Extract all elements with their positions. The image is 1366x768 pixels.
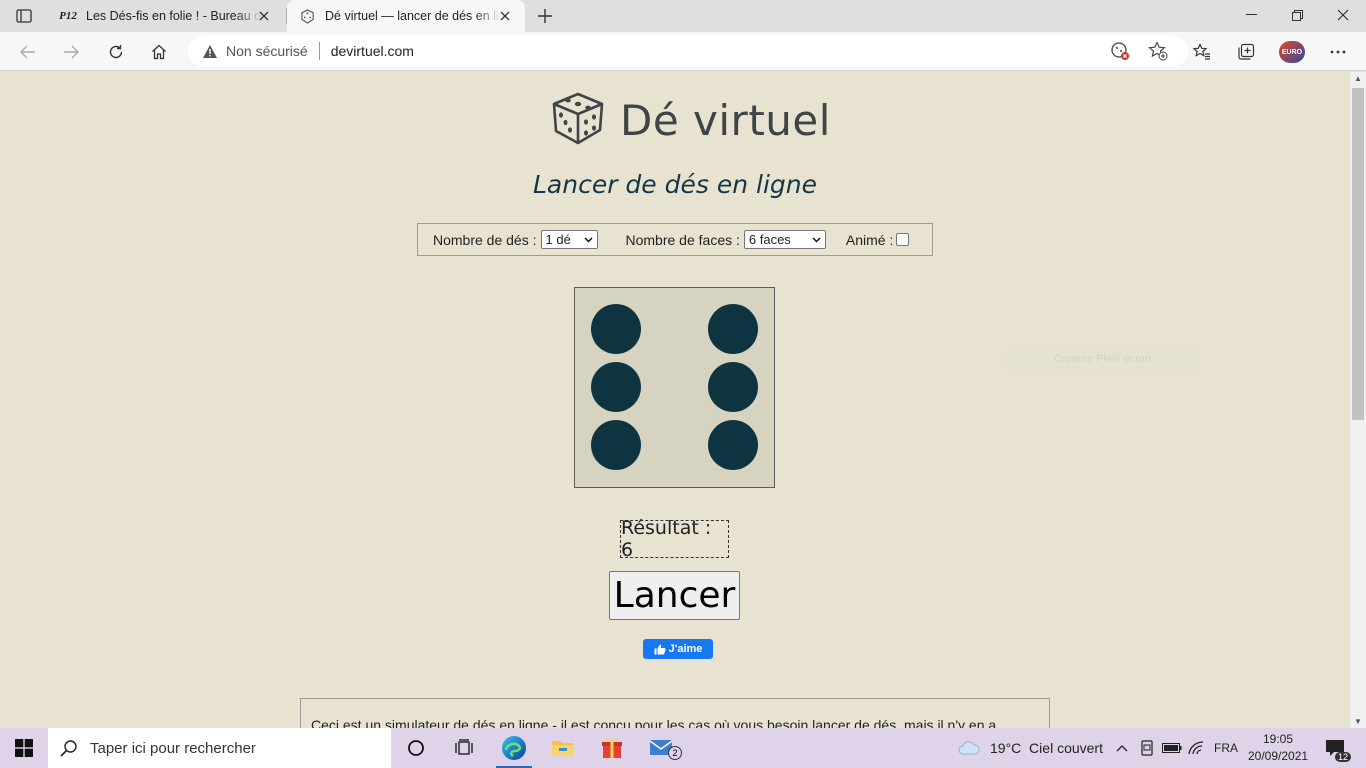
cloud-icon bbox=[958, 741, 980, 755]
chevron-down-icon bbox=[583, 236, 593, 243]
profile-avatar[interactable]: EURO bbox=[1278, 38, 1306, 66]
collections-icon[interactable] bbox=[1232, 38, 1260, 66]
die-pip bbox=[708, 362, 758, 412]
notifications-badge: 12 bbox=[1334, 752, 1351, 762]
minimize-icon[interactable] bbox=[1228, 0, 1274, 30]
site-header: Dé virtuel bbox=[550, 90, 831, 151]
address-divider bbox=[318, 42, 320, 60]
edge-browser-icon[interactable] bbox=[490, 728, 538, 768]
die-pip bbox=[708, 420, 758, 470]
favicon-p12: P12 bbox=[59, 10, 77, 22]
result-display: Résultat : 6 bbox=[620, 517, 729, 561]
page-scrollbar[interactable]: ▲ ▼ bbox=[1350, 72, 1366, 728]
tab-title: Dé virtuel — lancer de dés en lig bbox=[325, 9, 501, 23]
animated-label: Animé : bbox=[845, 231, 894, 248]
clock-time: 19:05 bbox=[1262, 732, 1294, 746]
wifi-icon[interactable] bbox=[1188, 728, 1204, 768]
dice-count-label: Nombre de dés : bbox=[433, 231, 537, 248]
more-options-icon[interactable] bbox=[1324, 38, 1352, 66]
scroll-down-icon[interactable]: ▼ bbox=[1354, 717, 1362, 726]
system-clock[interactable]: 19:05 20/09/2021 bbox=[1248, 731, 1308, 765]
device-icon[interactable] bbox=[1140, 728, 1154, 768]
dice-favicon-icon bbox=[299, 8, 315, 24]
search-icon bbox=[60, 739, 78, 757]
tab-des-fis[interactable]: P12 Les Dés-fis en folie ! - Bureau de bbox=[48, 0, 284, 32]
address-bar[interactable]: Non sécurisé devirtuel.com bbox=[188, 35, 1188, 67]
roll-button[interactable]: Lancer bbox=[609, 571, 740, 620]
new-tab-plus-icon[interactable] bbox=[534, 4, 556, 28]
close-tab-icon[interactable] bbox=[497, 8, 513, 24]
die-pip bbox=[708, 304, 758, 354]
die-pip bbox=[591, 362, 641, 412]
gift-app-icon[interactable] bbox=[588, 728, 636, 768]
favorites-icon[interactable] bbox=[1188, 38, 1216, 66]
scroll-up-icon[interactable]: ▲ bbox=[1354, 74, 1362, 83]
notifications-icon[interactable]: 12 bbox=[1322, 736, 1351, 762]
page-title: Dé virtuel bbox=[620, 96, 831, 145]
chevron-down-icon bbox=[812, 236, 821, 243]
screenshot-overlay-hint: Capture Plein écran bbox=[1005, 348, 1200, 370]
home-icon[interactable] bbox=[145, 38, 173, 66]
animated-checkbox[interactable] bbox=[896, 233, 910, 246]
clock-date: 20/09/2021 bbox=[1248, 749, 1309, 763]
faces-label: Nombre de faces : bbox=[625, 231, 740, 248]
dice-logo-icon bbox=[550, 90, 606, 151]
task-view-icon[interactable] bbox=[440, 728, 488, 768]
die-pip bbox=[591, 420, 641, 470]
page-subtitle: Lancer de dés en ligne bbox=[532, 170, 818, 199]
scrollbar-thumb[interactable] bbox=[1352, 88, 1364, 420]
tab-bar: P12 Les Dés-fis en folie ! - Bureau de D… bbox=[0, 0, 1366, 32]
description-box: Ceci est un simulateur de dés en ligne -… bbox=[300, 698, 1050, 728]
avatar: EURO bbox=[1279, 41, 1305, 63]
mail-badge: 2 bbox=[668, 746, 682, 760]
description-text: Ceci est un simulateur de dés en ligne -… bbox=[311, 717, 997, 728]
cortana-icon[interactable] bbox=[392, 728, 440, 768]
restore-icon[interactable] bbox=[1274, 0, 1320, 30]
mail-icon[interactable]: 2 bbox=[638, 728, 686, 768]
die-pip bbox=[591, 304, 641, 354]
dice-count-value: 1 dé bbox=[545, 232, 571, 247]
tab-title: Les Dés-fis en folie ! - Bureau de bbox=[86, 9, 262, 23]
dice-options-panel: Nombre de dés : 1 dé Nombre de faces : 6… bbox=[417, 223, 933, 256]
security-label: Non sécurisé bbox=[226, 43, 308, 59]
weather-text: 19°C Ciel couvert bbox=[990, 740, 1103, 756]
close-window-icon[interactable] bbox=[1320, 0, 1366, 30]
thumbs-up-icon bbox=[654, 644, 666, 654]
back-icon[interactable] bbox=[14, 38, 42, 66]
page-content: Dé virtuel Lancer de dés en ligne Nombre… bbox=[0, 72, 1350, 728]
die-face[interactable] bbox=[574, 287, 775, 488]
tab-actions-icon[interactable] bbox=[10, 4, 38, 28]
weather-widget[interactable]: 19°C Ciel couvert bbox=[958, 728, 1103, 768]
forward-icon[interactable] bbox=[57, 38, 85, 66]
file-explorer-icon[interactable] bbox=[539, 728, 587, 768]
refresh-icon[interactable] bbox=[102, 38, 130, 66]
faces-select[interactable]: 6 faces bbox=[743, 230, 826, 249]
tab-de-virtuel[interactable]: Dé virtuel — lancer de dés en lig bbox=[287, 0, 525, 32]
dice-count-select[interactable]: 1 dé bbox=[540, 230, 598, 249]
add-favorite-icon[interactable] bbox=[1148, 41, 1168, 66]
browser-toolbar: Non sécurisé devirtuel.com EURO bbox=[0, 32, 1366, 71]
close-tab-icon[interactable] bbox=[256, 8, 272, 24]
language-indicator[interactable]: FRA bbox=[1214, 728, 1238, 768]
search-placeholder: Taper ici pour rechercher bbox=[90, 739, 256, 757]
windows-taskbar: Taper ici pour rechercher 2 19°C Ciel co… bbox=[0, 728, 1366, 768]
warning-icon[interactable] bbox=[201, 42, 219, 60]
tracking-prevention-icon[interactable] bbox=[1110, 41, 1130, 66]
taskbar-search[interactable]: Taper ici pour rechercher bbox=[48, 728, 391, 768]
like-label: J'aime bbox=[668, 643, 703, 655]
faces-value: 6 faces bbox=[748, 232, 791, 247]
battery-icon[interactable] bbox=[1162, 728, 1182, 768]
show-hidden-icons-chevron-icon[interactable] bbox=[1116, 728, 1128, 768]
windows-start-icon[interactable] bbox=[0, 728, 48, 768]
url-text[interactable]: devirtuel.com bbox=[331, 43, 414, 59]
facebook-like-button[interactable]: J'aime bbox=[643, 639, 713, 659]
